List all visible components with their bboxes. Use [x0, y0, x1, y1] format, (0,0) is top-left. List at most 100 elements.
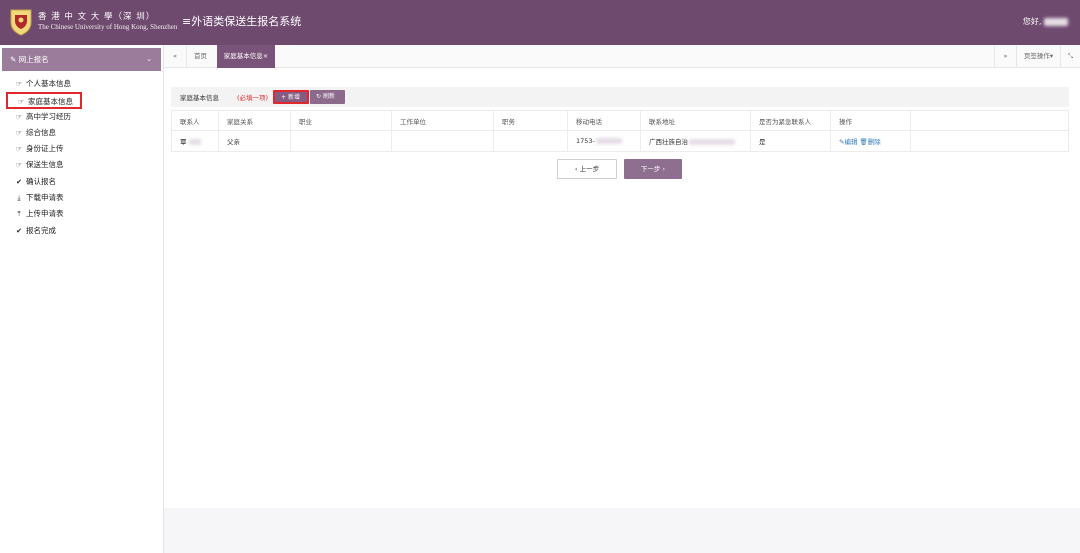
sidebar-item-high-school[interactable]: ☞ 高中学习经历 — [0, 109, 163, 125]
sidebar-item-upload-form[interactable]: ⤒ 上传申请表 — [0, 206, 163, 222]
sidebar-item-label: 上传申请表 — [26, 209, 64, 219]
trash-icon: 🗑 — [859, 138, 868, 146]
column-header[interactable]: 职务 — [493, 110, 568, 131]
cell-operations: ✎编辑 🗑删除 — [830, 130, 911, 152]
next-step-button[interactable]: 下一步 › — [624, 159, 682, 179]
refresh-button-label: 刷新 — [322, 93, 335, 100]
edit-link-label: 编辑 — [844, 138, 858, 146]
column-header-empty — [910, 110, 1069, 131]
tab-bar: « 首页 家庭基本信息× » 页签操作▾ ⤡ — [164, 45, 1080, 68]
sidebar-item-label: 报名完成 — [26, 225, 56, 235]
add-button-label: 新增 — [287, 94, 300, 101]
tab-operations-label: 页签操作 — [1023, 52, 1050, 60]
family-info-table: 联系人 家庭关系 职业 工作单位 职务 移动电话 联系地址 是否为紧急联系人 操… — [171, 110, 1069, 152]
hand-pointer-icon: ☞ — [15, 145, 23, 154]
cell-emergency: 是 — [750, 130, 831, 152]
cell-phone-text: 1753- — [576, 137, 595, 145]
redacted-text — [595, 138, 622, 144]
sidebar-item-label: 综合信息 — [26, 127, 56, 137]
edit-icon: ✎ — [10, 55, 17, 64]
sidebar-item-download-form[interactable]: ⤓ 下载申请表 — [0, 190, 163, 206]
sidebar-item-recommended-student[interactable]: ☞ 保送生信息 — [0, 157, 163, 173]
hand-pointer-icon: ☞ — [15, 128, 23, 137]
upload-icon: ⤒ — [17, 210, 21, 219]
main-content: 家庭基本信息 (必填一项) + 新增 ↻ 刷新 联系人 家庭关系 职业 工作单位… — [164, 68, 1080, 553]
plus-icon: + — [281, 94, 288, 101]
delete-link[interactable]: 🗑删除 — [860, 138, 881, 146]
edit-link[interactable]: ✎编辑 — [839, 138, 857, 146]
caret-down-icon: ▾ — [1049, 52, 1054, 60]
sidebar-item-label: 身份证上传 — [26, 144, 64, 154]
crest-icon — [10, 9, 32, 36]
column-header[interactable]: 工作单位 — [391, 110, 494, 131]
hand-pointer-icon: ☞ — [15, 112, 23, 121]
sidebar-item-confirm[interactable]: ✔ 确认报名 — [0, 174, 163, 190]
delete-link-label: 删除 — [867, 138, 881, 146]
download-icon: ⤓ — [17, 194, 21, 203]
column-header[interactable]: 家庭关系 — [218, 110, 291, 131]
cell-employer — [391, 130, 494, 152]
brand-name-en: The Chinese University of Hong Kong, She… — [38, 23, 178, 31]
check-icon: ✔ — [16, 177, 22, 186]
cell-relation: 父亲 — [218, 130, 291, 152]
sidebar-item-label: 下载申请表 — [26, 193, 64, 203]
column-header[interactable]: 移动电话 — [567, 110, 641, 131]
username-redacted — [1044, 17, 1068, 26]
tab-scroll-left-icon[interactable]: « — [164, 45, 186, 68]
prev-step-button[interactable]: ‹ 上一步 — [557, 159, 617, 179]
panel-header: 家庭基本信息 (必填一项) + 新增 ↻ 刷新 — [171, 87, 1069, 107]
refresh-button[interactable]: ↻ 刷新 — [310, 90, 345, 104]
redacted-text — [188, 139, 201, 145]
hand-pointer-icon: ☞ — [15, 161, 23, 170]
panel-title: 家庭基本信息 — [180, 94, 219, 102]
next-step-label: 下一步 — [640, 165, 661, 173]
column-header[interactable]: 是否为紧急联系人 — [750, 110, 831, 131]
cell-empty — [910, 130, 1069, 152]
sidebar-item-label: 保送生信息 — [26, 160, 64, 170]
sidebar-item-label: 家庭基本信息 — [28, 97, 73, 107]
redacted-text — [689, 139, 735, 145]
column-header[interactable]: 联系人 — [171, 110, 219, 131]
sidebar-section-online-registration[interactable]: ✎ 网上报名 ⌄ — [2, 48, 161, 71]
table-row: 覃 父亲 1753- 广西壮族自治 是 ✎编辑 🗑删除 — [171, 130, 1069, 152]
column-header[interactable]: 职业 — [290, 110, 392, 131]
chevron-right-icon: › — [660, 165, 666, 173]
sidebar-section-label: 网上报名 — [18, 55, 49, 64]
brand: 香 港 中 文 大 學（深 圳） The Chinese University … — [38, 12, 177, 32]
cell-position — [493, 130, 568, 152]
top-bar: 香 港 中 文 大 學（深 圳） The Chinese University … — [0, 0, 1080, 45]
table-header-row: 联系人 家庭关系 职业 工作单位 职务 移动电话 联系地址 是否为紧急联系人 操… — [171, 110, 1069, 131]
sidebar-item-family-info[interactable]: ☞ 家庭基本信息 — [6, 92, 82, 109]
add-button[interactable]: + 新增 — [273, 90, 309, 104]
chevron-down-icon: ⌄ — [146, 55, 152, 63]
sidebar-item-general-info[interactable]: ☞ 综合信息 — [0, 125, 163, 141]
brand-name-cn: 香 港 中 文 大 學（深 圳） — [38, 12, 156, 22]
cell-phone: 1753- — [567, 130, 641, 152]
cell-name-text: 覃 — [180, 138, 187, 146]
hand-pointer-icon: ☞ — [15, 80, 23, 88]
cell-address: 广西壮族自治 — [640, 130, 751, 152]
cell-job — [290, 130, 392, 152]
sidebar-item-label: 高中学习经历 — [26, 111, 71, 121]
user-greeting[interactable]: 您好, — [1023, 16, 1068, 27]
refresh-icon: ↻ — [316, 93, 323, 100]
column-header[interactable]: 操作 — [830, 110, 911, 131]
close-icon[interactable]: × — [263, 52, 268, 60]
sidebar-item-personal-info[interactable]: ☞ 个人基本信息 — [0, 76, 163, 92]
tab-family-info[interactable]: 家庭基本信息× — [217, 45, 275, 68]
tab-home[interactable]: 首页 — [186, 45, 214, 68]
sidebar-item-complete[interactable]: ✔ 报名完成 — [0, 223, 163, 239]
cell-address-text: 广西壮族自治 — [649, 138, 688, 146]
prev-step-label: 上一步 — [579, 165, 600, 173]
cell-name: 覃 — [171, 130, 219, 152]
tab-operations-menu[interactable]: 页签操作▾ — [1016, 45, 1060, 68]
sidebar: ✎ 网上报名 ⌄ ☞ 个人基本信息 ☞ 家庭基本信息 ☞ 高中学习经历 ☞ 综合信息 ☞… — [0, 45, 164, 553]
tab-label: 家庭基本信息 — [223, 52, 263, 60]
tab-scroll-right-icon[interactable]: » — [994, 45, 1016, 68]
column-header[interactable]: 联系地址 — [640, 110, 751, 131]
sidebar-item-id-upload[interactable]: ☞ 身份证上传 — [0, 141, 163, 157]
check-icon: ✔ — [16, 226, 22, 235]
greeting-text: 您好, — [1022, 17, 1042, 26]
system-title: ≡外语类保送生报名系统 — [182, 15, 302, 28]
fullscreen-icon[interactable]: ⤡ — [1060, 45, 1080, 68]
